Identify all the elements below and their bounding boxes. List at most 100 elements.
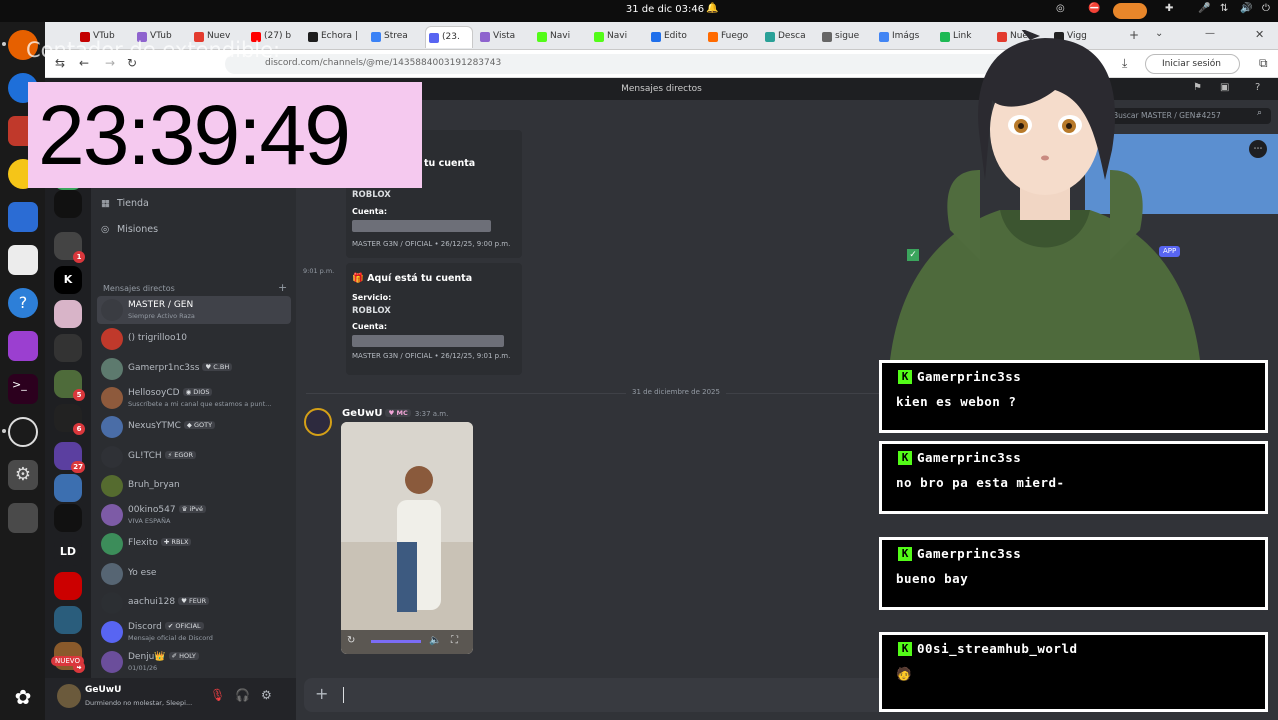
kick-icon: K (898, 642, 912, 656)
dm-item[interactable]: GL!TCH ⚡ EGOR (97, 443, 291, 471)
user-settings-icon[interactable]: ⚙ (261, 688, 272, 702)
dm-item[interactable]: Gamerpr1nc3ss ♥ C.BH (97, 355, 291, 383)
username[interactable]: GeUwU (85, 685, 121, 695)
avatar (101, 621, 123, 643)
attach-button[interactable]: + (315, 684, 328, 703)
headphones-icon[interactable]: 🎧 (235, 688, 250, 702)
dm-subtext: Mensaje oficial de Discord (128, 634, 213, 642)
dm-tag: ♥ FEUR (178, 597, 210, 605)
dm-item[interactable]: Flexito ✚ RBLX (97, 530, 291, 558)
server-icon[interactable] (54, 300, 82, 328)
dm-item[interactable]: () trigrilloo10 (97, 325, 291, 353)
author-name[interactable]: GeUwU (342, 408, 382, 419)
terminal-icon[interactable]: >_ (8, 374, 38, 404)
chat-message-text: 🧑 (896, 666, 913, 681)
dm-name-text: Discord (128, 622, 162, 632)
server-icon[interactable]: 27 (54, 442, 85, 473)
account-spoiler[interactable] (352, 220, 491, 232)
server-icon[interactable]: 6 (54, 404, 85, 435)
unread-badge: 5 (73, 389, 85, 401)
window-title: Mensajes directos (621, 84, 702, 94)
browser-tab[interactable]: Navi (534, 26, 586, 48)
obs-tray-icon[interactable]: ◎ (1056, 3, 1065, 14)
server-icon[interactable]: 5 (54, 370, 85, 401)
embed-account-label: Cuenta: (352, 207, 388, 216)
browser-tab[interactable]: Strea (368, 26, 420, 48)
browser-tab[interactable]: (23. (425, 26, 473, 48)
avatar (101, 416, 123, 438)
server-icon[interactable] (54, 504, 82, 532)
help-icon[interactable]: ? (1255, 82, 1260, 93)
dm-name-text: () trigrilloo10 (128, 333, 187, 343)
server-icon[interactable] (54, 606, 82, 634)
dm-item[interactable]: Discord ✔ OFICIAL Mensaje oficial de Disco… (97, 618, 291, 646)
fullscreen-icon[interactable]: ⛶ (451, 635, 458, 646)
dm-item[interactable]: Denju👑 ✐ HOLY 01/01/26 (97, 648, 291, 676)
nav-shop[interactable]: ▦ Tienda (101, 198, 149, 209)
plus-tray-icon[interactable]: ✚ (1165, 3, 1173, 14)
replay-icon[interactable]: ↻ (347, 635, 355, 646)
browser-tab[interactable]: Echora | (305, 26, 363, 48)
tab-label: sigue (835, 31, 860, 41)
volume-icon[interactable]: 🔊 (1240, 3, 1252, 14)
server-icon[interactable]: K (54, 266, 82, 294)
screen-share-indicator[interactable] (1113, 3, 1147, 19)
account-spoiler[interactable] (352, 335, 504, 347)
dm-item[interactable]: 00kino547 ♛ iPvé VIVA ESPAÑA (97, 501, 291, 529)
tab-favicon-icon (308, 32, 318, 42)
dm-item[interactable]: MASTER / GEN Siempre Activo Raza (97, 296, 291, 324)
inbox-icon[interactable]: ▣ (1220, 82, 1229, 93)
nav-missions[interactable]: ◎ Misiones (101, 224, 158, 235)
mute-mic-icon[interactable]: 🎙 (210, 688, 225, 702)
server-icon[interactable]: LD (54, 538, 82, 566)
browser-tab[interactable]: Fuego (705, 26, 757, 48)
chat-message-text: bueno bay (896, 571, 969, 586)
server-icon[interactable] (54, 474, 82, 502)
server-icon[interactable]: 1 (54, 232, 85, 263)
dm-item[interactable]: NexusYTMC ◆ GOTY (97, 413, 291, 441)
server-label: K (63, 273, 73, 286)
settings-icon[interactable]: ⚙ (8, 460, 38, 490)
record-tray-icon[interactable]: ⛔ (1088, 3, 1100, 14)
browser-tab[interactable]: sigue (819, 26, 871, 48)
dm-name: Flexito ✚ RBLX (128, 538, 192, 548)
browser-tab[interactable]: Edito (648, 26, 700, 48)
dm-item[interactable]: aachui128 ♥ FEUR (97, 589, 291, 617)
tab-favicon-icon (594, 32, 604, 42)
dm-name: MASTER / GEN (128, 300, 193, 310)
server-icon[interactable] (54, 572, 82, 600)
server-icon[interactable] (54, 334, 82, 362)
network-icon[interactable]: ⇅ (1220, 3, 1228, 14)
browser-tab[interactable]: Navi (591, 26, 643, 48)
writer-icon[interactable] (8, 202, 38, 232)
software-icon[interactable] (8, 245, 38, 275)
extensions-icon[interactable]: ⧉ (1259, 56, 1268, 71)
unread-badge: 6 (73, 423, 85, 435)
trash-icon[interactable] (8, 503, 38, 533)
avatar[interactable] (304, 408, 332, 436)
tab-favicon-icon (371, 32, 381, 42)
message-author[interactable]: GeUwU ♥ MC 3:37 a.m. (342, 408, 448, 419)
volume-icon[interactable]: 🔈 (429, 635, 441, 646)
more-options-icon[interactable]: ⋯ (1249, 140, 1267, 158)
video-player-icon[interactable] (8, 331, 38, 361)
dm-item[interactable]: Bruh_bryan (97, 472, 291, 500)
help-icon[interactable]: ? (8, 288, 38, 318)
dm-item[interactable]: HellosoyCD ◉ DIOS Suscríbete a mi canal qu… (97, 384, 291, 412)
tab-favicon-icon (708, 32, 718, 42)
new-dm-button[interactable]: + (278, 281, 287, 294)
message-input[interactable]: + (304, 678, 894, 712)
video-attachment[interactable]: ↻ 🔈 ⛶ (341, 422, 473, 654)
close-window-icon[interactable]: ✕ (1255, 28, 1264, 41)
show-apps-icon[interactable]: ✿ (8, 682, 38, 712)
dm-item[interactable]: Yo ese (97, 560, 291, 588)
avatar[interactable] (57, 684, 81, 708)
browser-tab[interactable]: Vista (477, 26, 529, 48)
embed-title: 🎁 Aquí está tu cuenta (352, 273, 473, 284)
browser-tab[interactable]: Desca (762, 26, 814, 48)
mic-icon[interactable]: 🎤 (1198, 3, 1210, 14)
dm-tag: ✔ OFICIAL (164, 622, 204, 630)
server-icon[interactable] (54, 190, 82, 218)
obs-icon[interactable] (8, 417, 38, 447)
power-icon[interactable]: ⏻ (1262, 3, 1270, 14)
